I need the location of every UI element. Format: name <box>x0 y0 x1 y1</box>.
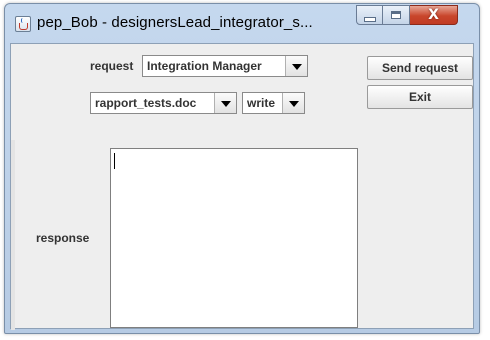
response-label: response <box>36 231 90 245</box>
chevron-down-icon[interactable] <box>214 93 236 113</box>
close-button[interactable]: X <box>410 5 458 25</box>
title-bar[interactable]: pep_Bob - designersLead_integrator_s... … <box>5 4 479 42</box>
request-label: request <box>90 59 134 73</box>
cup-shape <box>19 23 28 30</box>
minimize-button[interactable] <box>356 5 383 25</box>
minimize-icon <box>363 16 376 22</box>
left-edge-shading <box>11 140 15 330</box>
client-area: request Integration Manager rapport_test… <box>10 43 474 330</box>
chevron-down-icon[interactable] <box>285 56 307 76</box>
request-select-value: Integration Manager <box>147 59 262 73</box>
send-request-button[interactable]: Send request <box>367 56 473 80</box>
document-select[interactable]: rapport_tests.doc <box>90 92 237 114</box>
response-textarea[interactable] <box>110 148 358 328</box>
maximize-button[interactable] <box>383 5 410 25</box>
close-icon: X <box>428 7 439 23</box>
window-title: pep_Bob - designersLead_integrator_s... <box>37 14 313 31</box>
java-cup-icon[interactable] <box>15 16 31 32</box>
action-select-value: write <box>247 96 276 110</box>
chevron-down-icon[interactable] <box>282 93 304 113</box>
document-select-value: rapport_tests.doc <box>95 96 197 110</box>
maximize-icon <box>391 11 401 19</box>
request-select[interactable]: Integration Manager <box>142 55 308 77</box>
exit-button[interactable]: Exit <box>367 85 473 109</box>
app-window: pep_Bob - designersLead_integrator_s... … <box>4 3 480 334</box>
action-select[interactable]: write <box>242 92 305 114</box>
text-caret <box>114 153 115 169</box>
